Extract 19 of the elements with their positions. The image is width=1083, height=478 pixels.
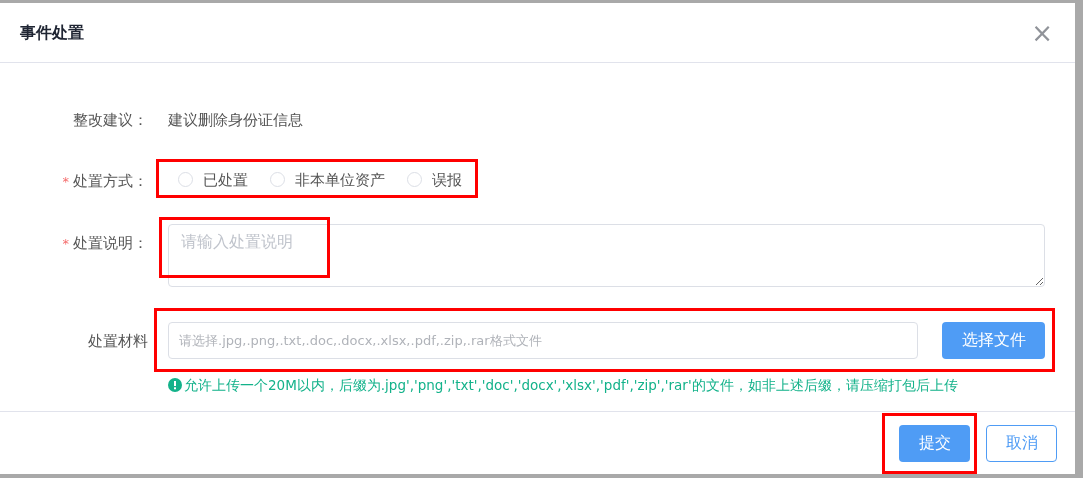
dialog-title: 事件处置	[20, 21, 84, 44]
cancel-button[interactable]: 取消	[986, 424, 1057, 462]
field-label: 处置说明：	[73, 234, 148, 252]
radio-option[interactable]: 非本单位资产	[270, 168, 385, 191]
field-label: 处置方式：	[73, 171, 148, 190]
required-asterisk: *	[62, 173, 69, 189]
close-button[interactable]: ×	[1031, 19, 1053, 46]
hint-text: 允许上传一个20M以内，后缀为.jpg','png','txt','doc','docx','xlsx','pdf','zip','rar'的文件，如非上述后缀，请压缩打包后上传	[184, 375, 958, 395]
field-value: 建议删除身份证信息	[168, 110, 303, 131]
file-path-field[interactable]: 请选择.jpg,.png,.txt,.doc,.docx,.xlsx,.pdf,.zip,.rar格式文件	[168, 321, 918, 359]
submit-button[interactable]: 提交	[899, 424, 970, 462]
info-icon	[168, 377, 182, 392]
text-area[interactable]: 请输入处置说明	[168, 224, 1045, 287]
radio-option[interactable]: 已处置	[178, 168, 248, 191]
choose-file-button[interactable]: 选择文件	[942, 321, 1045, 359]
radio-option[interactable]: 误报	[407, 168, 462, 191]
field-label: 整改建议：	[73, 111, 148, 129]
required-asterisk: *	[62, 236, 69, 251]
field-label: 处置材料	[88, 331, 148, 350]
